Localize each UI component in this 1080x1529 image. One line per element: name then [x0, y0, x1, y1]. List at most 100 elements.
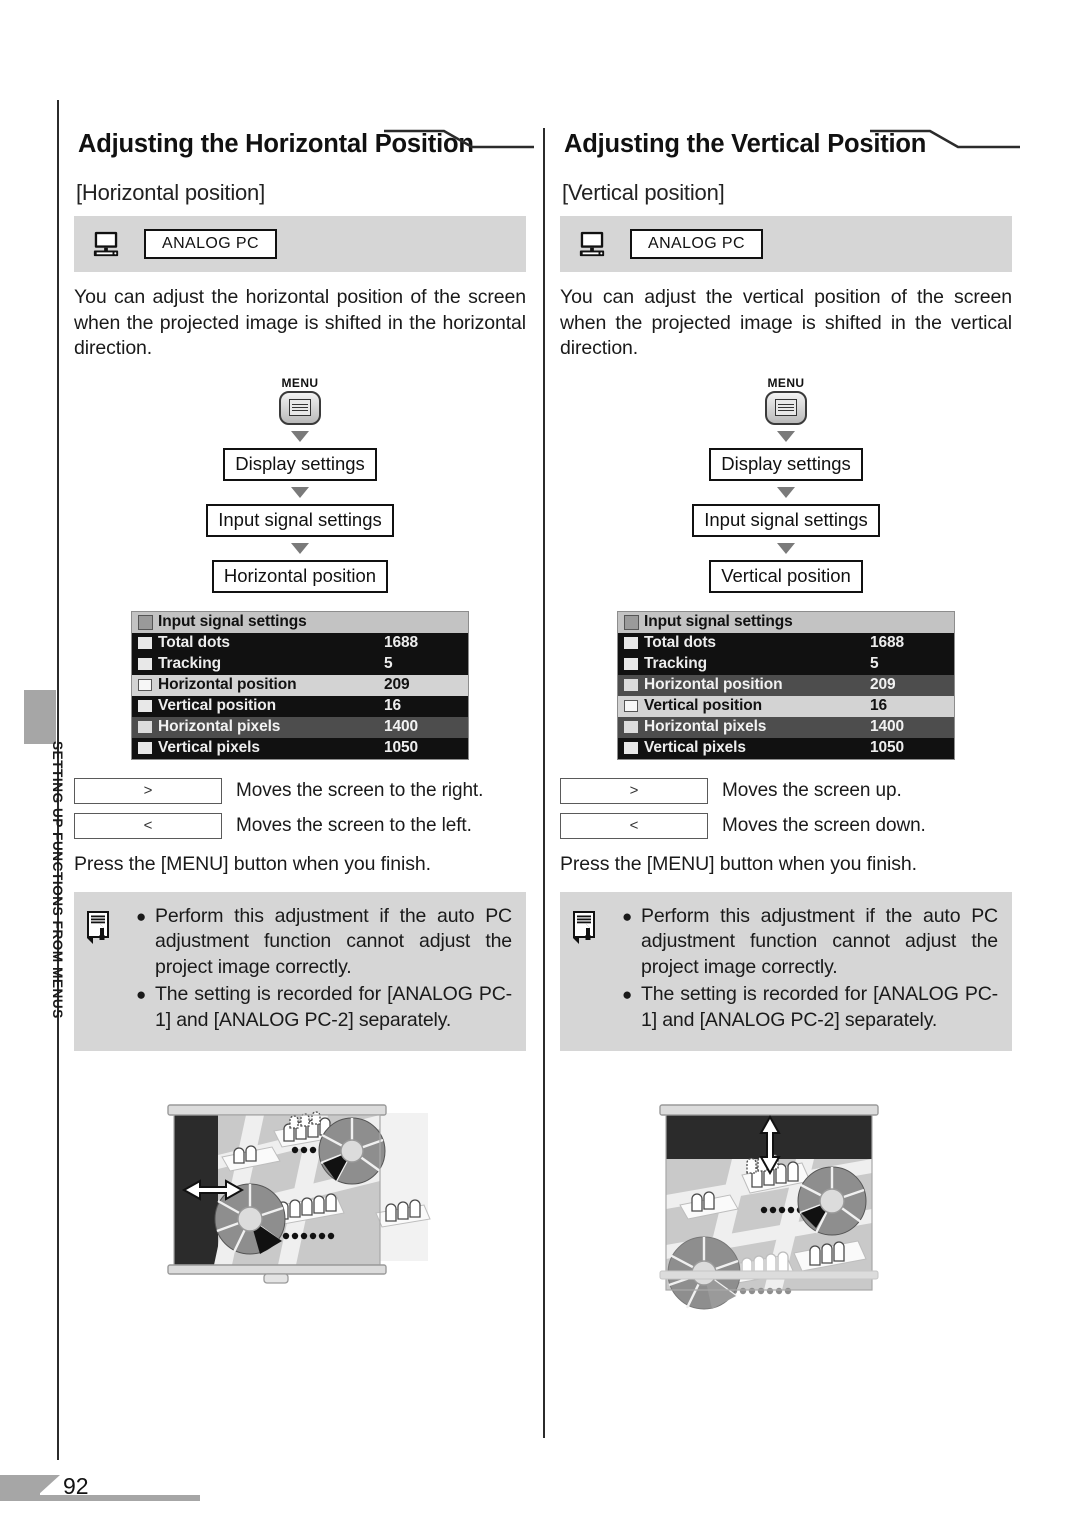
- menu-button-label: MENU: [767, 375, 805, 390]
- osd-row-icon: [624, 742, 638, 755]
- menu-flow: MENU Display settings Input signal setti…: [74, 376, 526, 593]
- menu-lines-icon: [775, 399, 797, 416]
- osd-row-value: 16: [384, 697, 402, 715]
- footer-decoration: [0, 1475, 200, 1501]
- column-divider: [543, 128, 545, 1438]
- osd-row[interactable]: Horizontal position 209: [618, 674, 954, 696]
- flow-arrow-icon: [291, 542, 309, 554]
- note-list: ● Perform this adjustment if the auto PC…: [136, 904, 512, 1036]
- bullet-icon: ●: [136, 985, 147, 1005]
- osd-header-icon: [624, 614, 639, 630]
- note-box: ● Perform this adjustment if the auto PC…: [74, 891, 526, 1052]
- projection-screen-diagram: [659, 1104, 879, 1310]
- osd-row[interactable]: Vertical pixels 1050: [618, 737, 954, 759]
- osd-row[interactable]: Tracking 5: [132, 653, 468, 675]
- note-text: Perform this adjustment if the auto PC a…: [155, 904, 512, 978]
- note-text: The setting is recorded for [ANALOG PC-1…: [155, 983, 512, 1031]
- osd-row-label: Vertical position: [158, 697, 277, 715]
- osd-row-label: Tracking: [644, 655, 707, 673]
- flow-arrow-icon: [291, 430, 309, 442]
- description-text: You can adjust the vertical position of …: [560, 286, 1012, 359]
- key-row: > Moves the screen to the right.: [74, 777, 526, 804]
- page-number: 92: [63, 1473, 89, 1499]
- osd-menu: Input signal settings Total dots 1688 Tr…: [617, 610, 955, 760]
- osd-row-icon: [138, 742, 152, 755]
- flow-step-display-settings[interactable]: Display settings: [709, 447, 863, 481]
- note-item: ● The setting is recorded for [ANALOG PC…: [136, 982, 512, 1033]
- osd-row-icon: [624, 637, 638, 650]
- key-description: Moves the screen to the right.: [236, 779, 484, 801]
- osd-row-icon: [624, 658, 638, 671]
- osd-row-value: 16: [870, 697, 888, 715]
- flow-step-display-settings[interactable]: Display settings: [223, 447, 377, 481]
- flow-step-target[interactable]: Horizontal position: [211, 559, 389, 593]
- osd-row-value: 1688: [384, 634, 419, 652]
- key-button-up[interactable]: >: [560, 777, 708, 804]
- osd-row[interactable]: Vertical position 16: [132, 695, 468, 717]
- key-button-down[interactable]: <: [560, 812, 708, 839]
- note-item: ● Perform this adjustment if the auto PC…: [136, 904, 512, 981]
- osd-row-label: Horizontal pixels: [644, 718, 767, 736]
- osd-row-label: Vertical pixels: [158, 739, 260, 757]
- flow-step-target[interactable]: Vertical position: [709, 559, 863, 593]
- osd-row-value: 5: [870, 655, 879, 673]
- page-subtitle: [Vertical position]: [562, 180, 725, 205]
- menu-button-icon[interactable]: [765, 390, 807, 425]
- osd-row-value: 1050: [870, 739, 905, 757]
- finish-instruction: Press the [MENU] button when you finish.: [560, 852, 917, 875]
- flow-step-input-signal-settings[interactable]: Input signal settings: [692, 503, 880, 537]
- osd-header: Input signal settings: [618, 611, 954, 633]
- menu-flow: MENU Display settings Input signal setti…: [560, 376, 1012, 593]
- osd-header-label: Input signal settings: [158, 613, 307, 631]
- osd-row-label: Total dots: [644, 634, 716, 652]
- note-item: ● Perform this adjustment if the auto PC…: [622, 904, 998, 981]
- note-list: ● Perform this adjustment if the auto PC…: [622, 904, 998, 1036]
- chapter-tab: [24, 690, 56, 744]
- title-decoration: [870, 129, 1020, 149]
- osd-row-selected[interactable]: Vertical position 16: [618, 695, 954, 717]
- osd-row-label: Horizontal pixels: [158, 718, 281, 736]
- osd-row-icon: [138, 658, 152, 671]
- key-button-right[interactable]: >: [74, 777, 222, 804]
- signal-chip: ANALOG PC: [630, 228, 763, 260]
- key-row: < Moves the screen down.: [560, 812, 1012, 839]
- osd-row-label: Vertical position: [644, 697, 763, 715]
- osd-header: Input signal settings: [132, 611, 468, 633]
- osd-row-icon: [138, 679, 152, 692]
- osd-row-label: Horizontal position: [158, 676, 297, 694]
- flow-step-input-signal-settings[interactable]: Input signal settings: [206, 503, 394, 537]
- note-box: ● Perform this adjustment if the auto PC…: [560, 891, 1012, 1052]
- signal-band: ANALOG PC: [74, 216, 526, 272]
- title-block: Adjusting the Horizontal Position: [74, 128, 534, 168]
- description-text: You can adjust the horizontal position o…: [74, 286, 526, 359]
- osd-row[interactable]: Horizontal pixels 1400: [132, 716, 468, 738]
- osd-row[interactable]: Vertical pixels 1050: [132, 737, 468, 759]
- note-text: Perform this adjustment if the auto PC a…: [641, 904, 998, 978]
- osd-row-value: 209: [870, 676, 896, 694]
- bullet-icon: ●: [622, 985, 633, 1005]
- title-decoration: [384, 129, 534, 149]
- key-description: Moves the screen down.: [722, 814, 926, 836]
- osd-row[interactable]: Total dots 1688: [618, 632, 954, 654]
- illustration-horizontal-shift: [74, 1095, 526, 1310]
- osd-row[interactable]: Total dots 1688: [132, 632, 468, 654]
- chapter-label: SETTING UP FUNCTIONS FROM MENUS: [50, 741, 65, 1019]
- osd-row-selected[interactable]: Horizontal position 209: [132, 674, 468, 696]
- osd-row-label: Total dots: [158, 634, 230, 652]
- bullet-icon: ●: [136, 906, 147, 926]
- osd-header-icon: [138, 614, 153, 630]
- page-subtitle: [Horizontal position]: [76, 180, 266, 205]
- flow-arrow-icon: [291, 486, 309, 498]
- osd-menu: Input signal settings Total dots 1688 Tr…: [131, 610, 469, 760]
- osd-row-icon: [138, 721, 152, 734]
- key-row: < Moves the screen to the left.: [74, 812, 526, 839]
- osd-row[interactable]: Horizontal pixels 1400: [618, 716, 954, 738]
- key-button-left[interactable]: <: [74, 812, 222, 839]
- osd-row-label: Horizontal position: [644, 676, 783, 694]
- title-block: Adjusting the Vertical Position: [560, 128, 1020, 168]
- osd-row[interactable]: Tracking 5: [618, 653, 954, 675]
- note-item: ● The setting is recorded for [ANALOG PC…: [622, 982, 998, 1033]
- menu-button-icon[interactable]: [279, 390, 321, 425]
- note-text: The setting is recorded for [ANALOG PC-1…: [641, 983, 998, 1031]
- osd-row-value: 209: [384, 676, 410, 694]
